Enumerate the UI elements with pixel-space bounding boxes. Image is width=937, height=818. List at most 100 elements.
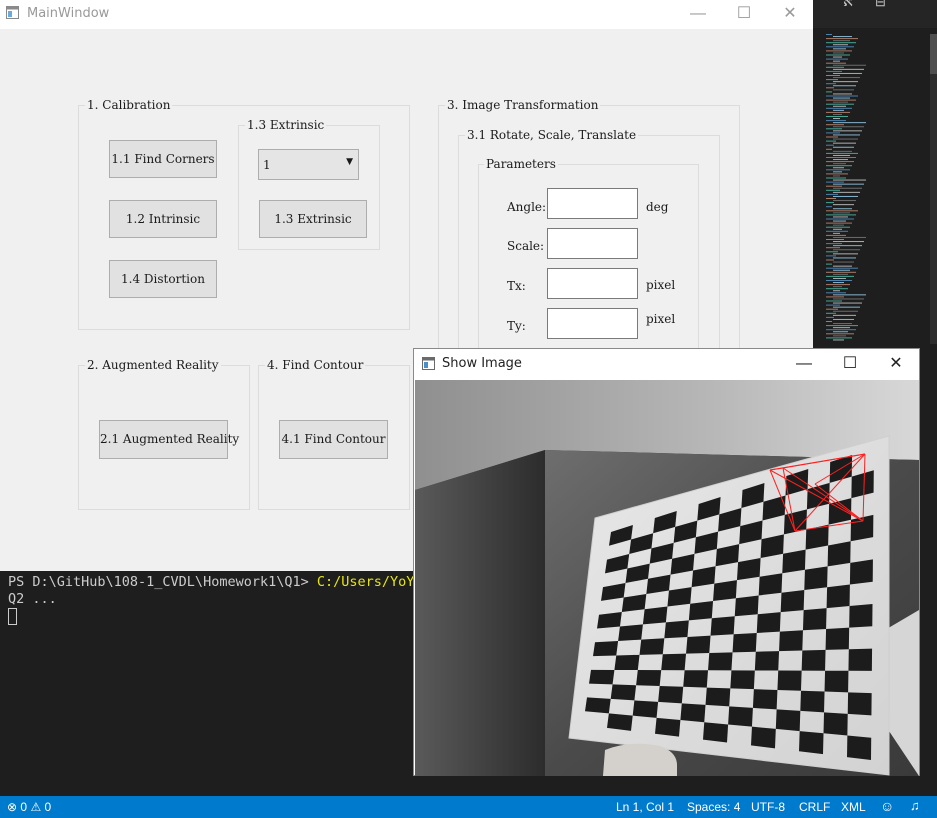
minimap-line (826, 120, 846, 122)
distortion-button[interactable]: 1.4 Distortion (109, 260, 217, 298)
chess-square (658, 686, 684, 704)
minimap-line (826, 189, 840, 191)
chess-square (593, 640, 619, 657)
minimap-line (833, 204, 854, 206)
minimap-line (826, 185, 842, 187)
chess-square (802, 608, 827, 631)
chess-square (610, 684, 637, 701)
minimap-line (826, 144, 834, 146)
chess-square (632, 700, 659, 718)
show-image-minimize-button[interactable]: — (781, 349, 827, 379)
status-bar: ⊗ 0 ⚠ 0 Ln 1, Col 1 Spaces: 4 UTF-8 CRLF… (0, 796, 937, 818)
minimap-line (826, 292, 846, 294)
chess-square (848, 648, 873, 671)
feedback-smiley-icon[interactable]: ☺ (880, 798, 894, 814)
minimap[interactable] (826, 34, 882, 344)
indentation[interactable]: Spaces: 4 (687, 800, 740, 814)
minimap-line (833, 318, 854, 320)
minimap-line (833, 48, 846, 50)
minimap-line (826, 267, 858, 269)
minimap-line (826, 243, 842, 245)
minimap-line (833, 101, 848, 103)
main-titlebar[interactable]: MainWindow — ☐ ✕ (0, 0, 813, 29)
chess-square (849, 559, 873, 585)
minimap-line (826, 316, 834, 318)
show-image-titlebar[interactable]: Show Image — ☐ ✕ (414, 349, 919, 379)
chess-square (636, 670, 662, 687)
minimap-line (833, 195, 858, 197)
extrinsic-button[interactable]: 1.3 Extrinsic (259, 200, 367, 238)
scrollbar-thumb[interactable] (930, 34, 937, 74)
chess-square (734, 595, 759, 617)
intrinsic-button[interactable]: 1.2 Intrinsic (109, 200, 217, 238)
cursor-position[interactable]: Ln 1, Col 1 (616, 800, 674, 814)
encoding[interactable]: UTF-8 (751, 800, 785, 814)
minimap-line (833, 212, 850, 214)
minimap-line (826, 75, 840, 76)
chess-square (825, 627, 850, 650)
minimap-line (833, 159, 848, 161)
minimap-line (826, 111, 850, 113)
language-mode[interactable]: XML (841, 800, 866, 814)
extrinsic-image-select[interactable]: 1 ▼ (258, 149, 359, 180)
minimap-line (833, 179, 866, 181)
layout-icon[interactable]: ⊟ (875, 0, 886, 10)
minimap-line (833, 122, 866, 124)
minimap-line (826, 157, 856, 158)
minimap-line (833, 113, 842, 115)
minimap-line (833, 339, 844, 341)
chess-square (639, 638, 665, 655)
minimap-line (826, 181, 844, 183)
minimap-line (833, 224, 844, 226)
minimap-line (833, 302, 862, 304)
chess-square (728, 706, 753, 727)
find-contour-button[interactable]: 4.1 Find Contour (279, 420, 388, 459)
minimap-line (833, 134, 860, 136)
problems-indicator[interactable]: ⊗ 0 ⚠ 0 (7, 800, 51, 814)
minimap-line (826, 230, 848, 232)
minimap-line (826, 132, 840, 134)
show-image-close-button[interactable]: ✕ (873, 349, 919, 379)
minimap-line (826, 128, 842, 130)
chess-square (752, 689, 778, 710)
ty-input[interactable] (547, 308, 638, 339)
minimap-line (826, 198, 836, 199)
minimap-line (833, 36, 852, 38)
chess-square (688, 600, 714, 621)
minimap-line (833, 187, 862, 189)
angle-input[interactable] (547, 188, 638, 219)
tx-unit: pixel (646, 278, 676, 292)
minimap-line (833, 298, 864, 300)
close-button[interactable]: ✕ (767, 0, 813, 29)
chess-square (756, 612, 781, 633)
angle-label: Angle: (507, 200, 547, 214)
minimap-line (833, 257, 856, 259)
minimap-line (833, 253, 858, 255)
chess-square (800, 690, 825, 713)
minimap-line (826, 99, 856, 101)
line-ending[interactable]: CRLF (799, 800, 830, 814)
find-corners-button[interactable]: 1.1 Find Corners (109, 140, 217, 178)
minimap-line (833, 200, 856, 202)
minimap-line (833, 282, 844, 284)
terminal-output: Q2 ... (8, 591, 57, 607)
notifications-bell-icon[interactable]: ♫ (910, 798, 920, 813)
minimap-line (826, 148, 832, 150)
minimap-line (833, 232, 840, 234)
show-image-maximize-button[interactable]: ☐ (827, 349, 873, 379)
minimap-line (833, 40, 850, 42)
chess-square (642, 606, 668, 625)
minimap-line (833, 109, 844, 111)
chess-square (758, 573, 783, 596)
tx-input[interactable] (547, 268, 638, 299)
scale-input[interactable] (547, 228, 638, 259)
split-icon[interactable]: ℵ (843, 0, 853, 10)
editor-scrollbar[interactable] (930, 34, 937, 344)
show-image-title: Show Image (442, 356, 522, 371)
minimap-line (826, 214, 856, 216)
augmented-reality-button[interactable]: 2.1 Augmented Reality (99, 420, 239, 459)
minimap-line (833, 97, 850, 99)
minimize-button[interactable]: — (675, 0, 721, 29)
maximize-button[interactable]: ☐ (721, 0, 767, 29)
minimap-line (826, 321, 832, 322)
